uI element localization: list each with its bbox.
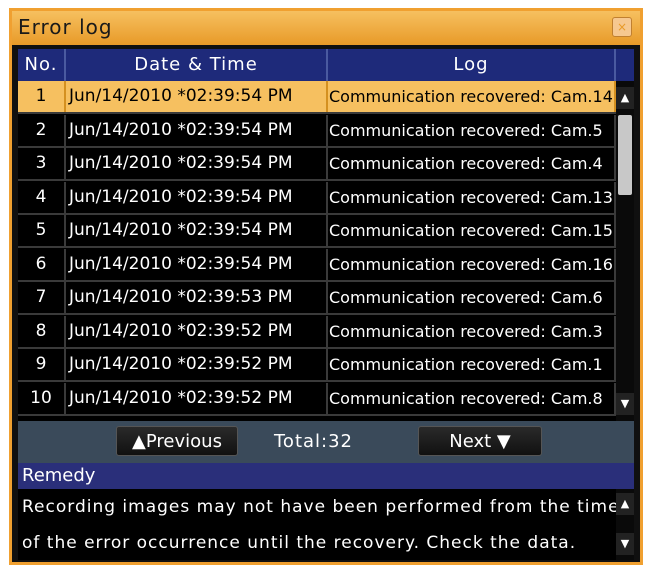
row-log-message: Communication recovered: Cam.1 <box>328 349 616 380</box>
table-row[interactable]: 1 Jun/14/2010 *02:39:54 PM Communication r… <box>18 81 616 114</box>
row-log-message: Communication recovered: Cam.16 <box>328 248 616 280</box>
row-number: 9 <box>18 349 66 380</box>
row-log-message: Communication recovered: Cam.5 <box>328 114 616 146</box>
table-row[interactable]: 4 Jun/14/2010 *02:39:54 PM Communication r… <box>18 181 616 215</box>
row-log-message: Communication recovered: Cam.15 <box>328 215 616 246</box>
row-datetime: Jun/14/2010 *02:39:54 PM <box>66 215 328 246</box>
row-datetime: Jun/14/2010 *02:39:54 PM <box>66 181 328 213</box>
scroll-down-icon[interactable]: ▼ <box>616 393 634 415</box>
row-number: 1 <box>18 81 66 112</box>
row-number: 2 <box>18 114 66 146</box>
table-row[interactable]: 8 Jun/14/2010 *02:39:52 PM Communication r… <box>18 315 616 349</box>
table-row[interactable]: 6 Jun/14/2010 *02:39:54 PM Communication r… <box>18 248 616 282</box>
row-number: 4 <box>18 181 66 213</box>
row-datetime: Jun/14/2010 *02:39:52 PM <box>66 349 328 380</box>
remedy-scroll-up-icon[interactable]: ▲ <box>616 493 634 515</box>
row-datetime: Jun/14/2010 *02:39:54 PM <box>66 248 328 280</box>
remedy-text-line-1: Recording images may not have been perfo… <box>22 497 620 517</box>
column-header-log: Log <box>328 49 616 81</box>
column-header-no: No. <box>18 49 66 81</box>
remedy-panel: Remedy Recording images may not have bee… <box>18 463 634 560</box>
previous-button[interactable]: ▲Previous <box>116 426 238 456</box>
table-row[interactable]: 7 Jun/14/2010 *02:39:53 PM Communication r… <box>18 282 616 315</box>
row-log-message: Communication recovered: Cam.8 <box>328 382 616 414</box>
row-number: 6 <box>18 248 66 280</box>
column-header-datetime: Date & Time <box>66 49 328 81</box>
row-datetime: Jun/14/2010 *02:39:52 PM <box>66 382 328 414</box>
scroll-up-icon[interactable]: ▲ <box>616 87 634 109</box>
table-scrollbar[interactable]: ▲ ▼ <box>616 81 634 421</box>
row-datetime: Jun/14/2010 *02:39:53 PM <box>66 282 328 313</box>
row-number: 3 <box>18 148 66 179</box>
remedy-heading: Remedy <box>18 463 634 489</box>
row-log-message: Communication recovered: Cam.3 <box>328 315 616 347</box>
table-row[interactable]: 5 Jun/14/2010 *02:39:54 PM Communication r… <box>18 215 616 248</box>
row-log-message: Communication recovered: Cam.13 <box>328 181 616 213</box>
row-datetime: Jun/14/2010 *02:39:52 PM <box>66 315 328 347</box>
table-row[interactable]: 3 Jun/14/2010 *02:39:54 PM Communication r… <box>18 148 616 181</box>
row-datetime: Jun/14/2010 *02:39:54 PM <box>66 148 328 179</box>
row-log-message: Communication recovered: Cam.14 <box>328 81 616 112</box>
pager-bar: ▲Previous Total:32 Next ▼ <box>18 421 634 463</box>
row-datetime: Jun/14/2010 *02:39:54 PM <box>66 114 328 146</box>
remedy-scrollbar[interactable]: ▲ ▼ <box>616 489 634 560</box>
table-row[interactable]: 10 Jun/14/2010 *02:39:52 PM Communication … <box>18 382 616 416</box>
next-button[interactable]: Next ▼ <box>418 426 542 456</box>
error-log-window: Error log × No. Date & Time Log 1 Jun/14/… <box>9 8 643 565</box>
row-log-message: Communication recovered: Cam.6 <box>328 282 616 313</box>
window-title: Error log <box>18 15 113 39</box>
error-log-table: No. Date & Time Log 1 Jun/14/2010 *02:39:… <box>18 49 634 421</box>
table-header: No. Date & Time Log <box>18 49 634 81</box>
close-icon[interactable]: × <box>612 17 632 37</box>
row-datetime: Jun/14/2010 *02:39:54 PM <box>66 81 328 112</box>
remedy-scroll-down-icon[interactable]: ▼ <box>616 533 634 555</box>
row-log-message: Communication recovered: Cam.4 <box>328 148 616 179</box>
row-number: 8 <box>18 315 66 347</box>
table-row[interactable]: 2 Jun/14/2010 *02:39:54 PM Communication r… <box>18 114 616 148</box>
scroll-thumb[interactable] <box>618 115 632 195</box>
row-number: 7 <box>18 282 66 313</box>
column-header-spacer <box>616 49 634 81</box>
row-number: 5 <box>18 215 66 246</box>
remedy-text-line-2: of the error occurrence until the recove… <box>22 533 577 553</box>
title-bar: Error log × <box>12 11 640 45</box>
row-number: 10 <box>18 382 66 414</box>
table-row[interactable]: 9 Jun/14/2010 *02:39:52 PM Communication r… <box>18 349 616 382</box>
total-count: Total:32 <box>274 431 354 452</box>
